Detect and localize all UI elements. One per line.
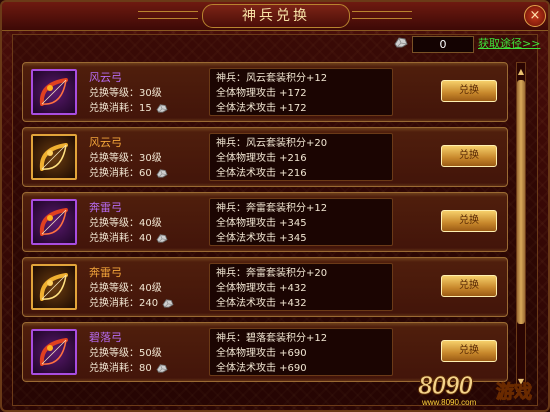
exchange-cost: 兑换消耗：60 <box>89 167 168 183</box>
level-label: 兑换等级： <box>89 88 139 99</box>
watermark-text: 游戏 <box>496 382 533 403</box>
stone-icon <box>156 363 168 378</box>
attribute-line: 全体物理攻击 +345 <box>216 218 307 229</box>
item-slot[interactable] <box>31 69 77 115</box>
window-title: 神兵兑换 <box>202 4 350 28</box>
bow-icon <box>39 338 68 366</box>
exchange-level: 兑换等级：50级 <box>89 347 162 361</box>
bow-icon <box>39 208 68 236</box>
cost-value: 240 <box>139 298 159 309</box>
item-row: 奔雷弓 兑换等级：40级 兑换消耗：240 神兵：奔雷套装积分+20 全体物理攻击 +4… <box>22 257 508 317</box>
attribute-line: 全体法术攻击 +345 <box>216 233 307 244</box>
attribute-line: 全体物理攻击 +216 <box>216 153 307 164</box>
level-value: 40级 <box>139 218 162 229</box>
cost-value: 80 <box>139 363 152 374</box>
scroll-up-icon[interactable]: ▲ <box>516 66 526 78</box>
stone-icon <box>156 233 168 248</box>
get-source-link[interactable]: 获取途径>> <box>478 36 540 51</box>
item-name: 风云弓 <box>89 71 122 84</box>
exchange-button[interactable]: 兑换 <box>441 340 497 362</box>
exchange-cost: 兑换消耗：40 <box>89 232 168 248</box>
attribute-line: 全体物理攻击 +432 <box>216 283 307 294</box>
title-bar: 神兵兑换 × <box>2 2 548 31</box>
exchange-level: 兑换等级：40级 <box>89 217 162 231</box>
item-row: 风云弓 兑换等级：30级 兑换消耗：15 神兵：风云套装积分+12 全体物理攻击 +17… <box>22 62 508 122</box>
level-value: 30级 <box>139 88 162 99</box>
level-value: 30级 <box>139 153 162 164</box>
cost-label: 兑换消耗： <box>89 298 139 309</box>
cost-label: 兑换消耗： <box>89 363 139 374</box>
item-row: 风云弓 兑换等级：30级 兑换消耗：60 神兵：风云套装积分+20 全体物理攻击 +21… <box>22 127 508 187</box>
cost-label: 兑换消耗： <box>89 103 139 114</box>
exchange-button[interactable]: 兑换 <box>441 145 497 167</box>
bow-icon <box>39 78 68 106</box>
attribute-line: 全体法术攻击 +432 <box>216 298 307 309</box>
stone-icon <box>394 37 408 48</box>
level-label: 兑换等级： <box>89 283 139 294</box>
exchange-button[interactable]: 兑换 <box>441 80 497 102</box>
attribute-line: 神兵：碧落套装积分+12 <box>216 333 328 344</box>
bow-icon <box>39 143 68 171</box>
attribute-box: 神兵：风云套装积分+20 全体物理攻击 +216 全体法术攻击 +216 <box>209 133 393 181</box>
item-slot[interactable] <box>31 329 77 375</box>
item-name: 碧落弓 <box>89 331 122 344</box>
stone-icon <box>162 298 174 313</box>
cost-label: 兑换消耗： <box>89 168 139 179</box>
exchange-level: 兑换等级：30级 <box>89 87 162 101</box>
cost-value: 60 <box>139 168 152 179</box>
exchange-button[interactable]: 兑换 <box>441 210 497 232</box>
level-value: 50级 <box>139 348 162 359</box>
attribute-box: 神兵：奔雷套装积分+20 全体物理攻击 +432 全体法术攻击 +432 <box>209 263 393 311</box>
item-slot[interactable] <box>31 134 77 180</box>
item-name: 奔雷弓 <box>89 266 122 279</box>
scrollbar-thumb[interactable] <box>517 80 525 324</box>
cost-label: 兑换消耗： <box>89 233 139 244</box>
exchange-button[interactable]: 兑换 <box>441 275 497 297</box>
attribute-line: 神兵：奔雷套装积分+20 <box>216 268 328 279</box>
attribute-line: 全体物理攻击 +690 <box>216 348 307 359</box>
level-label: 兑换等级： <box>89 348 139 359</box>
item-slot[interactable] <box>31 199 77 245</box>
attribute-box: 神兵：风云套装积分+12 全体物理攻击 +172 全体法术攻击 +172 <box>209 68 393 116</box>
attribute-box: 神兵：碧落套装积分+12 全体物理攻击 +690 全体法术攻击 +690 <box>209 328 393 376</box>
cost-value: 40 <box>139 233 152 244</box>
cost-value: 15 <box>139 103 152 114</box>
stone-icon <box>156 168 168 183</box>
attribute-line: 全体法术攻击 +690 <box>216 363 307 374</box>
close-icon[interactable]: × <box>524 5 546 27</box>
bow-icon <box>39 273 68 301</box>
title-ornament-right <box>352 11 412 19</box>
stone-icon <box>156 103 168 118</box>
level-label: 兑换等级： <box>89 153 139 164</box>
attribute-line: 神兵：风云套装积分+20 <box>216 138 328 149</box>
level-value: 40级 <box>139 283 162 294</box>
item-name: 奔雷弓 <box>89 201 122 214</box>
level-label: 兑换等级： <box>89 218 139 229</box>
exchange-level: 兑换等级：30级 <box>89 152 162 166</box>
exchange-cost: 兑换消耗：15 <box>89 102 168 118</box>
attribute-line: 神兵：奔雷套装积分+12 <box>216 203 328 214</box>
currency-value: 0 <box>412 36 474 53</box>
item-slot[interactable] <box>31 264 77 310</box>
attribute-line: 全体法术攻击 +172 <box>216 103 307 114</box>
attribute-line: 全体法术攻击 +216 <box>216 168 307 179</box>
watermark-number: 8090 <box>418 370 474 401</box>
item-name: 风云弓 <box>89 136 122 149</box>
attribute-box: 神兵：奔雷套装积分+12 全体物理攻击 +345 全体法术攻击 +345 <box>209 198 393 246</box>
attribute-line: 全体物理攻击 +172 <box>216 88 307 99</box>
exchange-level: 兑换等级：40级 <box>89 282 162 296</box>
attribute-line: 神兵：风云套装积分+12 <box>216 73 328 84</box>
watermark-url: www.8090.com <box>422 398 477 407</box>
exchange-cost: 兑换消耗：240 <box>89 297 174 313</box>
site-watermark: 8090 游戏 www.8090.com <box>418 370 544 408</box>
exchange-cost: 兑换消耗：80 <box>89 362 168 378</box>
item-row: 奔雷弓 兑换等级：40级 兑换消耗：40 神兵：奔雷套装积分+12 全体物理攻击 +34… <box>22 192 508 252</box>
title-ornament-left <box>138 11 198 19</box>
